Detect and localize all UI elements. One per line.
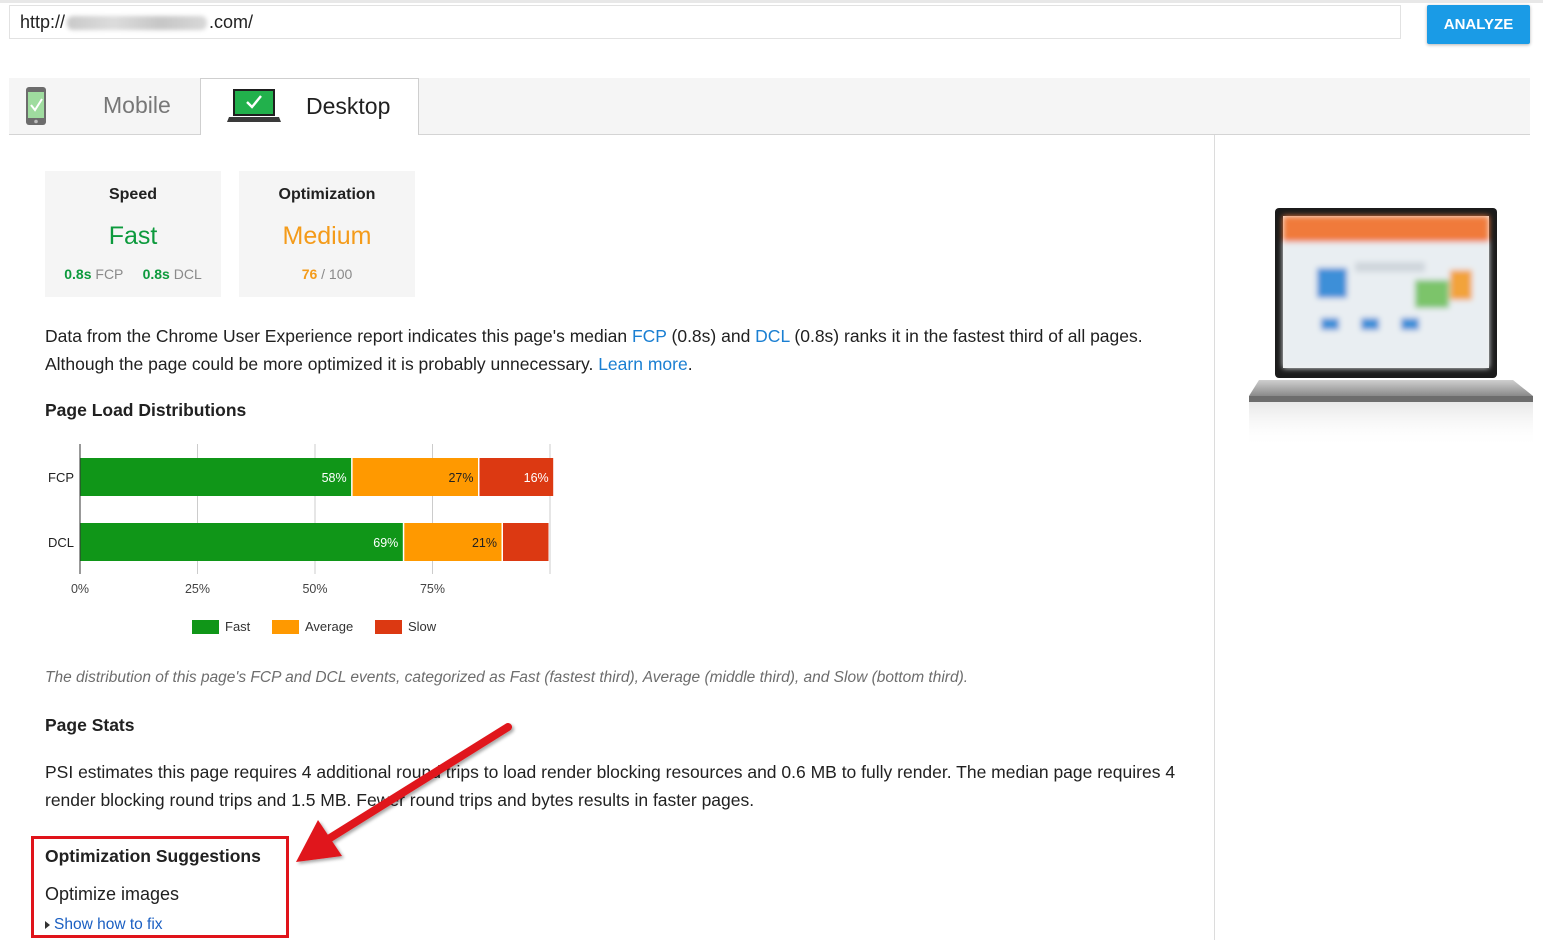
bar-fast (80, 523, 403, 561)
phone-check-icon (26, 87, 46, 125)
category-label: DCL (48, 535, 74, 550)
summary-part: . (687, 354, 693, 374)
learn-more-link[interactable]: Learn more (598, 354, 688, 374)
score-max: / 100 (321, 266, 353, 282)
summary-part: Although the page could be more optimize… (45, 354, 599, 374)
summary-part: (0.8s) and (666, 326, 756, 346)
legend-swatch-average (272, 620, 299, 634)
fcp-label: FCP (95, 266, 124, 282)
category-label: FCP (48, 470, 74, 485)
stats-heading: Page Stats (45, 715, 135, 735)
fcp-link[interactable]: FCP (632, 326, 667, 346)
legend-swatch-fast (192, 620, 219, 634)
url-suffix: .com/ (209, 12, 254, 32)
speed-metrics: 0.8s FCP 0.8s DCL (45, 266, 221, 282)
tab-desktop[interactable]: Desktop (200, 78, 419, 135)
distribution-heading: Page Load Distributions (45, 400, 247, 420)
tab-mobile[interactable]: Mobile (9, 78, 200, 134)
legend-label: Slow (408, 619, 437, 634)
top-border (0, 0, 1543, 3)
dcl-value: 0.8s (142, 266, 170, 282)
bar-label: 16% (524, 471, 549, 485)
speed-title: Speed (108, 186, 157, 203)
bar-label: 58% (322, 471, 347, 485)
annotation-highlight-box (31, 836, 289, 938)
legend-label: Average (305, 619, 353, 634)
x-tick-label: 0% (71, 582, 89, 596)
dcl-label: DCL (173, 266, 202, 282)
laptop-preview-image (1249, 208, 1533, 447)
x-tick-label: 50% (302, 582, 327, 596)
summary-text: Data from the Chrome User Experience rep… (45, 322, 1205, 378)
optimization-card: Optimization Medium 76 / 100 (239, 171, 415, 297)
optimization-title: Optimization (278, 186, 376, 203)
bar-label: 21% (472, 536, 497, 550)
stats-text: PSI estimates this page requires 4 addit… (45, 762, 1176, 810)
column-divider (1214, 135, 1215, 940)
bar-label: 27% (448, 471, 473, 485)
legend-label: Fast (225, 619, 251, 634)
bar-slow (503, 523, 549, 561)
optimization-score: 76 / 100 (239, 266, 415, 282)
distribution-chart: 58% 27% 16% FCP 69% 21% DCL 0% 25% 50% 75% Fast Aver… (48, 444, 554, 634)
speed-card: Speed Fast 0.8s FCP 0.8s DCL (45, 171, 221, 297)
legend-swatch-slow (375, 620, 402, 634)
optimization-rating: Medium (282, 222, 372, 250)
x-tick-label: 75% (420, 582, 445, 596)
laptop-check-icon (227, 89, 281, 122)
device-tabs: Mobile Desktop (9, 78, 1530, 135)
url-input[interactable]: http:// .com/ (9, 5, 1401, 39)
tab-mobile-label: Mobile (103, 92, 171, 118)
summary-part: Data from the Chrome User Experience rep… (45, 326, 632, 346)
fcp-value: 0.8s (64, 266, 92, 282)
distribution-caption: The distribution of this page's FCP and … (45, 669, 969, 686)
url-blurred-domain (67, 16, 208, 31)
summary-part: (0.8s) ranks it in the fastest third of … (789, 326, 1143, 346)
score-value: 76 (301, 266, 318, 282)
url-prefix: http:// (20, 12, 66, 32)
bar-label: 69% (373, 536, 398, 550)
bar-fast (80, 458, 352, 496)
speed-rating: Fast (108, 222, 158, 250)
analyze-button[interactable]: ANALYZE (1427, 5, 1530, 44)
dcl-link[interactable]: DCL (755, 326, 789, 346)
x-tick-label: 25% (185, 582, 210, 596)
tab-desktop-label: Desktop (306, 93, 391, 119)
